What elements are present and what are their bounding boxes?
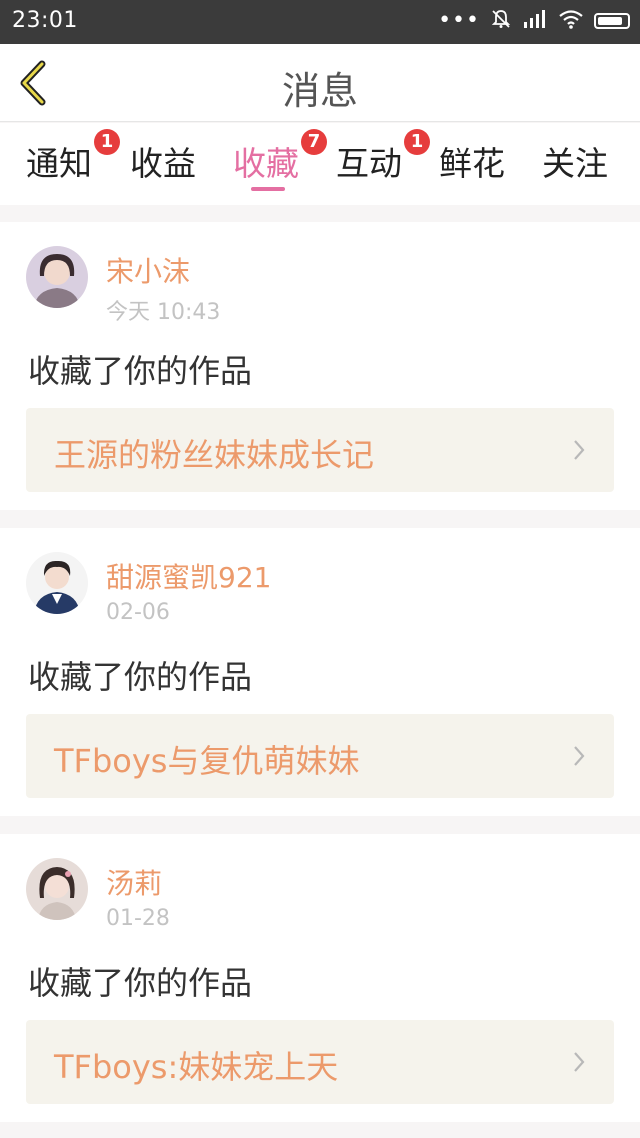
tab-earnings[interactable]: 收益 — [130, 137, 220, 185]
work-link[interactable]: TFboys与复仇萌妹妹 — [26, 714, 614, 798]
message-text: 收藏了你的作品 — [28, 352, 253, 390]
tab-label: 关注 — [542, 144, 608, 183]
tab-label: 通知 — [26, 144, 92, 183]
message-card: 汤莉 01-28 收藏了你的作品 TFboys:妹妹宠上天 — [0, 834, 640, 1122]
more-dots-icon: ••• — [438, 8, 480, 33]
tab-label: 鲜花 — [439, 144, 505, 183]
active-tab-indicator — [251, 187, 285, 191]
status-icons: ••• — [438, 8, 630, 34]
chevron-right-icon — [574, 746, 585, 766]
status-bar: 23:01 ••• — [0, 0, 640, 44]
message-time: 今天 10:43 — [106, 300, 221, 325]
tab-bar: 通知 1 收益 收藏 7 互动 1 鲜花 关注 — [0, 123, 640, 205]
tab-notice[interactable]: 通知 1 — [26, 129, 120, 185]
signal-icon — [522, 8, 548, 34]
user-name[interactable]: 宋小沫 — [106, 250, 190, 290]
work-title: TFboys与复仇萌妹妹 — [54, 742, 360, 780]
chevron-right-icon — [574, 440, 585, 460]
work-link[interactable]: 王源的粉丝妹妹成长记 — [26, 408, 614, 492]
tab-label: 收益 — [130, 144, 196, 183]
message-text: 收藏了你的作品 — [28, 964, 253, 1002]
avatar[interactable] — [26, 246, 88, 308]
tab-interactions[interactable]: 互动 1 — [336, 129, 430, 185]
tab-follow[interactable]: 关注 — [542, 137, 632, 185]
battery-icon — [594, 13, 630, 29]
app-header: 消息 — [0, 44, 640, 122]
tab-label: 收藏 — [233, 144, 299, 183]
avatar[interactable] — [26, 858, 88, 920]
status-time: 23:01 — [12, 8, 78, 33]
tab-favorites[interactable]: 收藏 7 — [233, 129, 327, 191]
unread-badge: 7 — [301, 129, 327, 155]
message-text: 收藏了你的作品 — [28, 658, 253, 696]
work-title: 王源的粉丝妹妹成长记 — [54, 436, 375, 474]
work-link[interactable]: TFboys:妹妹宠上天 — [26, 1020, 614, 1104]
page-title: 消息 — [281, 69, 358, 113]
message-time: 02-06 — [106, 600, 170, 625]
mute-bell-icon — [490, 8, 512, 34]
work-title: TFboys:妹妹宠上天 — [54, 1048, 339, 1086]
message-card: 宋小沫 今天 10:43 收藏了你的作品 王源的粉丝妹妹成长记 — [0, 222, 640, 510]
user-name[interactable]: 甜源蜜凯921 — [106, 556, 271, 596]
chevron-right-icon — [574, 1052, 585, 1072]
avatar[interactable] — [26, 552, 88, 614]
message-card: 甜源蜜凯921 02-06 收藏了你的作品 TFboys与复仇萌妹妹 — [0, 528, 640, 816]
user-name[interactable]: 汤莉 — [106, 862, 162, 902]
unread-badge: 1 — [404, 129, 430, 155]
tab-flowers[interactable]: 鲜花 — [439, 137, 529, 185]
wifi-icon — [558, 8, 584, 34]
message-time: 01-28 — [106, 906, 170, 931]
tab-label: 互动 — [336, 144, 402, 183]
unread-badge: 1 — [94, 129, 120, 155]
